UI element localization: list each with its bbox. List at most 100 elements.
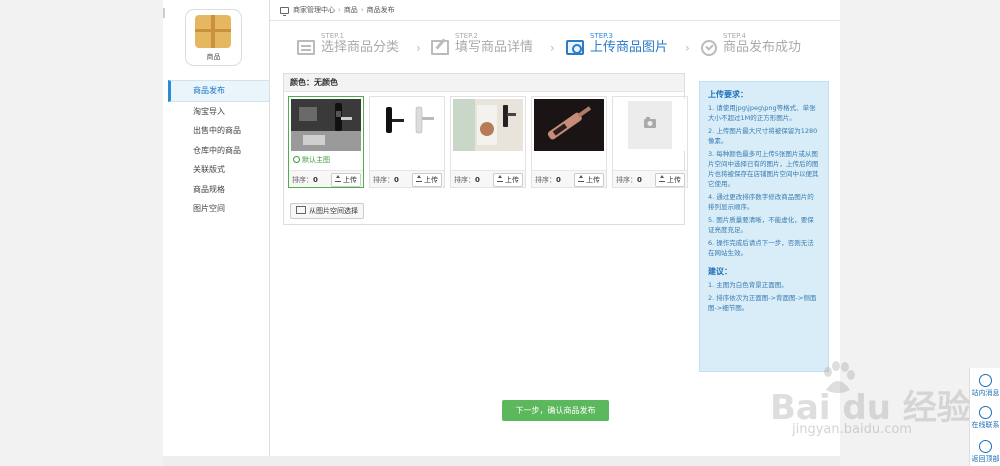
order-value: 0	[475, 176, 480, 184]
placeholder-image	[615, 99, 685, 151]
breadcrumb-home[interactable]: 商家管理中心	[293, 5, 335, 15]
sidebar-item-warehouse[interactable]: 仓库中的商品	[168, 141, 270, 161]
thumbnail-footer: 排序：0 上传	[613, 170, 687, 187]
sidebar-divider	[269, 0, 270, 456]
order-label: 排序：	[616, 176, 637, 184]
upload-button[interactable]: 上传	[412, 173, 442, 187]
panel-title: 颜色：无颜色	[284, 74, 684, 92]
upload-label: 上传	[424, 176, 438, 184]
pick-from-image-space-button[interactable]: 从图片空间选择	[290, 203, 364, 219]
order-field[interactable]: 排序：0	[454, 175, 480, 185]
sidebar-item-image-space[interactable]: 图片空间	[168, 199, 270, 219]
monitor-icon	[280, 6, 289, 16]
suggestions-title: 建议：	[708, 267, 732, 276]
thumbnail-slot-3[interactable]: 排序：0 上传	[450, 96, 526, 188]
step-name: 上传商品图片	[590, 40, 669, 55]
order-value: 0	[556, 176, 561, 184]
suggestion-item: 2. 排序依次为正面图->背面图->侧面图->细节图。	[708, 294, 817, 312]
message-button[interactable]: 站内消息	[970, 374, 1000, 397]
upload-button[interactable]: 上传	[493, 173, 523, 187]
edit-icon	[431, 40, 449, 55]
color-image-panel: 颜色：无颜色 默认主图 排序：0 上传 排序：0 上传 排序：0 上传 排序：0…	[283, 73, 688, 225]
step-name: 选择商品分类	[321, 40, 400, 55]
breadcrumb-goods[interactable]: 商品	[344, 5, 358, 15]
sidebar-item-specs[interactable]: 商品规格	[168, 180, 270, 200]
check-icon	[293, 156, 300, 163]
step-number: STEP.3	[590, 32, 613, 40]
upload-button[interactable]: 上传	[331, 173, 361, 187]
upload-icon	[578, 175, 584, 182]
order-value: 0	[313, 176, 318, 184]
sidebar-nav: 商品发布 淘宝导入 出售中的商品 仓库中的商品 关联版式 商品规格 图片空间	[168, 80, 270, 219]
pick-button-label: 从图片空间选择	[309, 207, 358, 215]
breadcrumb: 商家管理中心 › 商品 › 商品发布	[280, 4, 395, 16]
breadcrumb-separator: ›	[338, 6, 341, 14]
step-name: 商品发布成功	[723, 40, 802, 55]
back-to-top-button[interactable]: 返回顶部	[970, 440, 1000, 463]
thumbnail-footer: 排序：0 上传	[532, 170, 606, 187]
thumbnail-slot-1[interactable]: 默认主图 排序：0 上传	[288, 96, 364, 188]
sidebar-item-on-sale[interactable]: 出售中的商品	[168, 121, 270, 141]
default-main-label: 默认主图	[302, 156, 330, 164]
watermark-url: jingyan.baidu.com	[792, 422, 912, 437]
arrow-up-icon	[979, 440, 992, 453]
thumbnail-slot-2[interactable]: 排序：0 上传	[369, 96, 445, 188]
package-icon	[195, 15, 231, 48]
requirement-item: 6. 操作完成后请点下一步，否则无法在网站生效。	[708, 239, 814, 257]
upload-requirements: 上传要求： 1. 请使用jpg\jpeg\png等格式、单张大小不超过1M的正方…	[699, 81, 829, 372]
upload-label: 上传	[343, 176, 357, 184]
order-value: 0	[637, 176, 642, 184]
order-value: 0	[394, 176, 399, 184]
upload-label: 上传	[586, 176, 600, 184]
suggestion-item: 1. 主图为白色背景正面图。	[708, 281, 788, 289]
order-field[interactable]: 排序：0	[373, 175, 399, 185]
thumbnail-footer: 排序：0 上传	[451, 170, 525, 187]
sidebar-item-publish[interactable]: 商品发布	[168, 80, 270, 102]
step-2: STEP.2 填写商品详情	[431, 32, 533, 62]
step-progress: STEP.1 选择商品分类 › STEP.2 填写商品详情 › STEP.3 上传商品…	[297, 32, 817, 62]
requirement-item: 1. 请使用jpg\jpeg\png等格式、单张大小不超过1M的正方形图片。	[708, 104, 816, 122]
step-number: STEP.4	[723, 32, 746, 40]
order-field[interactable]: 排序：0	[535, 175, 561, 185]
breadcrumb-divider	[270, 20, 840, 21]
upload-icon	[416, 175, 422, 182]
thumbnail-footer: 排序：0 上传	[289, 170, 363, 187]
upload-label: 上传	[667, 176, 681, 184]
default-main-tag: 默认主图	[291, 153, 361, 167]
requirements-title: 上传要求：	[708, 90, 748, 99]
upload-button[interactable]: 上传	[574, 173, 604, 187]
message-label: 站内消息	[971, 389, 1000, 397]
upload-icon	[659, 175, 665, 182]
thumbnail-slot-4[interactable]: 排序：0 上传	[531, 96, 607, 188]
upload-icon	[335, 175, 341, 182]
breadcrumb-publish: 商品发布	[366, 6, 395, 14]
order-label: 排序：	[454, 176, 475, 184]
order-field[interactable]: 排序：0	[292, 175, 318, 185]
check-circle-icon	[701, 40, 717, 56]
top-label: 返回顶部	[971, 455, 1000, 463]
sidebar-item-taobao-import[interactable]: 淘宝导入	[168, 102, 270, 122]
envelope-icon	[979, 374, 992, 387]
step-3: STEP.3 上传商品图片	[566, 32, 668, 62]
thumbnail-slot-5[interactable]: 排序：0 上传	[612, 96, 688, 188]
chevron-right-icon: ›	[550, 41, 555, 55]
upload-label: 上传	[505, 176, 519, 184]
breadcrumb-separator: ›	[360, 6, 364, 14]
door-lock-rose-gold-photo	[534, 99, 604, 151]
step-1: STEP.1 选择商品分类	[297, 32, 399, 62]
door-lock-bathroom-photo	[291, 99, 361, 151]
next-confirm-publish-button[interactable]: 下一步，确认商品发布	[502, 400, 609, 421]
service-label: 在线联系	[971, 421, 1000, 429]
logo-label: 商品	[206, 53, 221, 61]
upload-button[interactable]: 上传	[655, 173, 685, 187]
order-field[interactable]: 排序：0	[616, 175, 642, 185]
sidebar-item-layout[interactable]: 关联版式	[168, 160, 270, 180]
chat-icon	[979, 406, 992, 419]
order-label: 排序：	[373, 176, 394, 184]
goods-module-logo: 商品	[185, 9, 242, 66]
step-4: STEP.4 商品发布成功	[701, 32, 801, 62]
online-service-button[interactable]: 在线联系	[970, 406, 1000, 429]
requirement-item: 5. 图片质量要清晰，不能虚化，要保证亮度充足。	[708, 216, 814, 234]
thumbnail-footer: 排序：0 上传	[370, 170, 444, 187]
order-label: 排序：	[535, 176, 556, 184]
